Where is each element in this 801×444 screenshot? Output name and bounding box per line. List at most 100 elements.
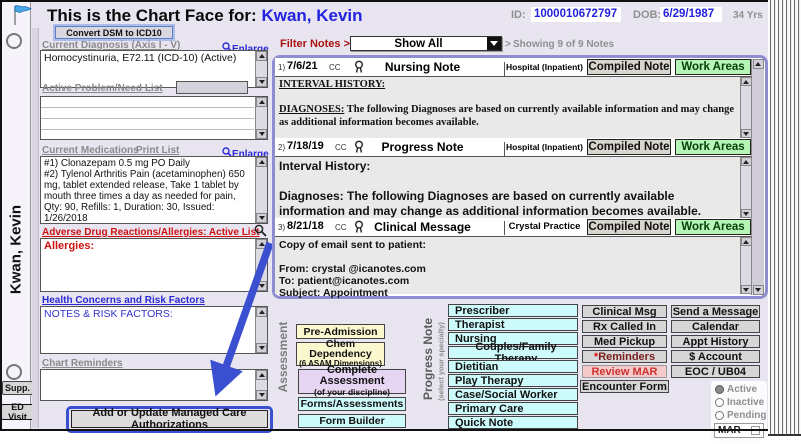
radio-inactive[interactable] bbox=[715, 398, 724, 407]
form-builder-button[interactable]: Form Builder bbox=[298, 414, 406, 428]
note-row-header[interactable]: 3) 8/21/18 CC Clinical Message Crystal P… bbox=[275, 218, 751, 237]
note-date: 7/18/19 bbox=[287, 140, 324, 152]
compiled-note-button[interactable]: Compiled Note bbox=[587, 59, 671, 75]
note-location: Hospital (Inpatient) bbox=[504, 142, 584, 156]
filter-status-text: Showing 9 of 9 Notes bbox=[513, 39, 614, 50]
progress-prescriber-button[interactable]: Prescriber bbox=[448, 304, 578, 317]
status-toggle-panel: Active Inactive Pending MAR bbox=[711, 381, 767, 441]
chart-circle-bottom[interactable] bbox=[6, 364, 22, 380]
note-date: 8/21/18 bbox=[287, 220, 324, 232]
chart-page-stack[interactable] bbox=[768, 0, 801, 436]
flag-icon[interactable] bbox=[11, 4, 32, 26]
filter-status-chevron: > bbox=[505, 39, 511, 50]
active-problem-action-button[interactable] bbox=[176, 81, 248, 94]
notes-panel-scrollbar[interactable] bbox=[751, 59, 764, 295]
compiled-note-button[interactable]: Compiled Note bbox=[587, 139, 671, 155]
note-location: Hospital (Inpatient) bbox=[504, 62, 584, 76]
adr-allergies-label: Adverse Drug Reactions/Allergies: Active… bbox=[42, 227, 259, 238]
id-value: 1000010672797 bbox=[534, 8, 617, 20]
note-index: 1) bbox=[278, 63, 285, 72]
health-scrollbar[interactable] bbox=[255, 307, 267, 353]
chevron-down-icon[interactable] bbox=[487, 37, 501, 50]
compiled-note-button[interactable]: Compiled Note bbox=[587, 219, 671, 235]
reminders-button[interactable]: *Reminders bbox=[582, 350, 667, 363]
supp-button[interactable]: Supp. bbox=[2, 381, 33, 395]
send-a-message-button[interactable]: Send a Message bbox=[671, 305, 760, 318]
id-value-field[interactable]: 1000010672797 bbox=[531, 7, 621, 22]
allergies-scrollbar[interactable] bbox=[255, 239, 267, 291]
note-type: Clinical Message bbox=[345, 220, 500, 234]
chart-reminders-box[interactable] bbox=[40, 369, 268, 401]
progress-primary-care-button[interactable]: Primary Care bbox=[448, 402, 578, 415]
account-button[interactable]: $ Account bbox=[671, 350, 760, 363]
encounter-form-button[interactable]: Encounter Form bbox=[580, 380, 669, 393]
page-title-patient: Kwan, Kevin bbox=[261, 6, 362, 25]
note-para-text: The following Diagnoses are based on cur… bbox=[279, 104, 734, 128]
medications-text: #1) Clonazepam 0.5 mg PO Daily #2) Tylen… bbox=[44, 158, 253, 224]
filter-dropdown[interactable]: Show All bbox=[350, 36, 502, 51]
frame-bottom-border bbox=[0, 429, 768, 431]
progress-couples-family-button[interactable]: Couples/Family Therapy bbox=[448, 346, 578, 359]
notes-panel: 1) 7/6/21 CC Nursing Note Hospital (Inpa… bbox=[272, 55, 768, 299]
chart-circle-top[interactable] bbox=[6, 33, 22, 49]
calendar-button[interactable]: Calendar bbox=[671, 320, 760, 333]
diagnosis-text: Homocystinuria, E72.11 (ICD-10) (Active) bbox=[44, 52, 252, 64]
convert-dsm-icd10-button[interactable]: Convert DSM to ICD10 bbox=[55, 26, 173, 39]
progress-case-social-worker-button[interactable]: Case/Social Worker bbox=[448, 388, 578, 401]
active-problem-scrollbar[interactable] bbox=[255, 97, 267, 139]
work-areas-button[interactable]: Work Areas bbox=[675, 139, 751, 155]
diagnosis-scrollbar[interactable] bbox=[255, 51, 267, 87]
med-pickup-button[interactable]: Med Pickup bbox=[582, 335, 667, 348]
note-para-label: DIAGNOSES: bbox=[279, 104, 344, 115]
note-scrollbar[interactable] bbox=[740, 237, 751, 294]
work-areas-button[interactable]: Work Areas bbox=[675, 59, 751, 75]
note-scrollbar[interactable] bbox=[740, 77, 751, 138]
progress-quick-note-button[interactable]: Quick Note bbox=[448, 416, 578, 429]
note-heading: INTERVAL HISTORY: bbox=[279, 79, 385, 90]
note-body[interactable]: Interval History: Diagnoses: The followi… bbox=[275, 157, 751, 219]
note-body[interactable]: Copy of email sent to patient: From: cry… bbox=[275, 237, 751, 294]
radio-active[interactable] bbox=[715, 385, 724, 394]
sidebar-rail bbox=[32, 28, 39, 428]
active-problem-listbox[interactable] bbox=[40, 96, 268, 140]
page-title-text: This is the Chart Face for: bbox=[47, 6, 257, 25]
dob-label: DOB: bbox=[633, 9, 661, 21]
radio-pending[interactable] bbox=[715, 411, 724, 420]
health-concerns-box[interactable]: NOTES & RISK FACTORS: bbox=[40, 306, 268, 354]
allergies-box[interactable]: Allergies: bbox=[40, 238, 268, 292]
note-row-header[interactable]: 2) 7/18/19 CC Progress Note Hospital (In… bbox=[275, 138, 751, 157]
eoc-ub04-button[interactable]: EOC / UB04 bbox=[671, 365, 760, 378]
progress-play-therapy-button[interactable]: Play Therapy bbox=[448, 374, 578, 387]
forms-assessments-button[interactable]: Forms/Assessments bbox=[298, 397, 406, 411]
note-scrollbar[interactable] bbox=[740, 157, 751, 218]
managed-care-button[interactable]: Add or Update Managed Care Authorization… bbox=[71, 410, 268, 428]
chart-reminders-label: Chart Reminders bbox=[42, 358, 123, 369]
current-medications-box[interactable]: #1) Clonazepam 0.5 mg PO Daily #2) Tylen… bbox=[40, 156, 268, 224]
note-row-header[interactable]: 1) 7/6/21 CC Nursing Note Hospital (Inpa… bbox=[275, 58, 751, 77]
appt-history-button[interactable]: Appt History bbox=[671, 335, 760, 348]
ed-visit-button[interactable]: ED Visit bbox=[1, 404, 34, 420]
page-title: This is the Chart Face for: Kwan, Kevin bbox=[47, 6, 363, 26]
progress-dietitian-button[interactable]: Dietitian bbox=[448, 360, 578, 373]
filter-dropdown-value: Show All bbox=[351, 38, 486, 50]
note-body[interactable]: INTERVAL HISTORY: DIAGNOSES: The followi… bbox=[275, 77, 751, 139]
print-list-link[interactable]: Print List bbox=[136, 145, 179, 156]
note-index: 2) bbox=[278, 143, 285, 152]
medications-scrollbar[interactable] bbox=[255, 157, 267, 223]
note-date: 7/6/21 bbox=[287, 60, 318, 72]
clinical-msg-button[interactable]: Clinical Msg bbox=[582, 305, 667, 318]
review-mar-button[interactable]: Review MAR bbox=[582, 365, 667, 378]
dob-value-field[interactable]: 6/29/1987 bbox=[660, 7, 722, 22]
note-cc: CC bbox=[329, 63, 341, 72]
health-concerns-link[interactable]: Health Concerns and Risk Factors bbox=[42, 295, 205, 306]
note-index: 3) bbox=[278, 223, 285, 232]
pre-admission-button[interactable]: Pre-Admission bbox=[296, 324, 385, 339]
note-heading: Interval History: bbox=[279, 159, 370, 173]
rx-called-in-button[interactable]: Rx Called In bbox=[582, 320, 667, 333]
progress-therapist-button[interactable]: Therapist bbox=[448, 318, 578, 331]
note-location: Crystal Practice bbox=[504, 221, 584, 235]
reminders-scrollbar[interactable] bbox=[255, 370, 267, 400]
chem-dependency-button[interactable]: Chem Dependency (6 ASAM Dimensions) bbox=[296, 342, 385, 366]
work-areas-button[interactable]: Work Areas bbox=[675, 219, 751, 235]
complete-assessment-button[interactable]: Complete Assessment (of your discipline) bbox=[298, 369, 406, 394]
